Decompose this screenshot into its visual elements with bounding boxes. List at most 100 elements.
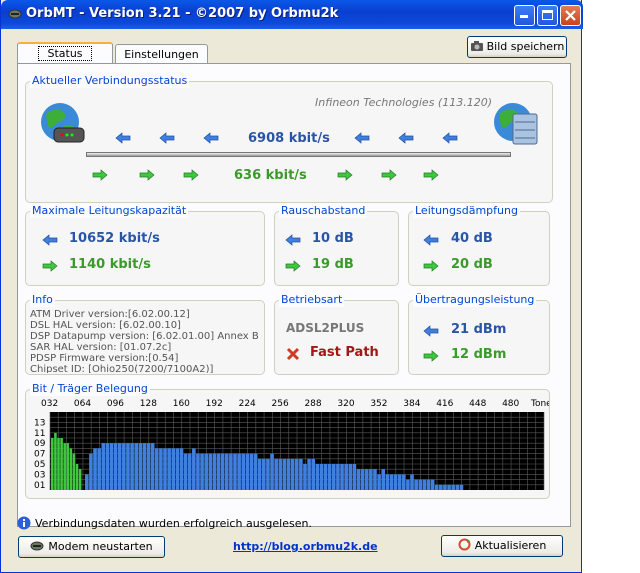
chart-x-tick: 096 [107, 399, 124, 409]
maximize-button[interactable] [537, 5, 558, 26]
up-arrow-icon [285, 260, 301, 272]
chart-bar [381, 469, 386, 490]
chart-bar [89, 453, 93, 490]
chart-x-tick: 416 [436, 399, 453, 409]
power-caption: Übertragungsleistung [413, 293, 537, 307]
chart-bar [57, 438, 60, 490]
chart-bar [224, 453, 229, 490]
chart-bar [257, 458, 262, 490]
refresh-button[interactable]: Aktualisieren [441, 535, 563, 557]
chart-bar [319, 464, 324, 490]
chart-bar [364, 469, 369, 490]
vendor-label: Infineon Technologies (113.120) [315, 96, 492, 109]
chart-bar [175, 448, 180, 490]
power-group: Übertragungsleistung 21 dBm 12 dBm [408, 293, 550, 375]
chart-y-tick: 09 [34, 439, 46, 449]
main-window: OrbMT - Version 3.21 - ©2007 by Orbmu2k … [0, 0, 583, 573]
attenuation-up: 20 dB [451, 257, 493, 272]
chart-bar [97, 448, 101, 490]
chart-bar [459, 484, 464, 490]
chart-bar [84, 474, 89, 490]
chart-bar [434, 484, 439, 490]
chart-bar [183, 453, 188, 490]
title-bar[interactable]: OrbMT - Version 3.21 - ©2007 by Orbmu2k [1, 0, 583, 29]
chart-bar [274, 458, 278, 490]
minimize-button[interactable] [514, 5, 535, 26]
chart-bar [130, 443, 134, 490]
chart-bar [290, 458, 295, 490]
chart-bar [447, 484, 451, 490]
info-line: ATM Driver version:[6.02.00.12] [30, 309, 190, 320]
chart-y-tick: 11 [34, 429, 45, 439]
chart-bar [294, 458, 299, 490]
mode-standard: ADSL2PLUS [286, 321, 365, 335]
globe-modem-icon [41, 103, 85, 143]
info-line: PDSP Firmware version:[0.54] [30, 353, 179, 364]
tab-einstellungen[interactable]: Einstellungen [115, 44, 208, 64]
chart-bar [150, 443, 155, 490]
bitloading-chart: 032 064 096 128 160 192 224 256 288 320 352 384 416 4… [34, 399, 549, 491]
chart-bar [336, 464, 340, 490]
connection-caption: Aktueller Verbindungsstatus [30, 74, 190, 88]
chart-bar [117, 443, 122, 490]
chart-bar [54, 432, 57, 490]
chart-bar [406, 479, 410, 490]
snr-up: 19 dB [312, 257, 354, 272]
chart-bar [327, 464, 332, 490]
chart-bar [159, 448, 163, 490]
chart-bar [410, 474, 414, 490]
up-arrow-icon [183, 169, 199, 181]
chart-bar [315, 464, 320, 490]
chart-bar [204, 453, 208, 490]
up-arrow-icon [42, 260, 58, 272]
connection-group: Aktueller Verbindungsstatus Infineon Tec… [25, 74, 553, 203]
chart-bar [75, 464, 79, 490]
snr-group: Rauschabstand 10 dB 19 dB [274, 204, 399, 286]
chart-bar [352, 464, 357, 490]
chart-bar [63, 443, 66, 490]
chart-bar [282, 458, 287, 490]
close-button[interactable] [560, 5, 581, 26]
chart-y-tick: 05 [34, 460, 45, 470]
chart-x-tick: Tone [530, 399, 549, 409]
chart-x-tick: 384 [403, 399, 420, 409]
status-message: Verbindungsdaten wurden erfolgreich ausg… [35, 517, 312, 530]
upstream-rate: 636 kbit/s [234, 168, 307, 183]
info-caption: Info [30, 293, 55, 307]
chart-bar [262, 458, 266, 490]
restart-modem-button[interactable]: Modem neustarten [18, 536, 165, 558]
chart-bar [179, 448, 184, 490]
chart-bar [154, 448, 159, 490]
chart-x-tick: 448 [469, 399, 486, 409]
camera-icon [470, 41, 483, 51]
chart-bar [122, 443, 126, 490]
chart-bar [385, 474, 390, 490]
chart-x-tick: 128 [140, 399, 157, 409]
bitloading-group: Bit / Träger Belegung 032 064 096 128 160 192… [25, 382, 550, 499]
info-text[interactable]: ATM Driver version:[6.02.00.12] DSL HAL … [26, 309, 264, 373]
chart-bar [397, 474, 402, 490]
tab-status[interactable]: Status [17, 42, 113, 64]
chart-x-tick: 256 [272, 399, 289, 409]
save-image-button[interactable]: Bild speichern [467, 36, 567, 58]
chart-bar [60, 438, 63, 490]
chart-bar [389, 474, 394, 490]
chart-bar [220, 453, 225, 490]
chart-x-tick: 320 [337, 399, 354, 409]
up-arrow-icon [381, 169, 397, 181]
chart-y-tick: 03 [34, 470, 45, 480]
window-title: OrbMT - Version 3.21 - ©2007 by Orbmu2k [26, 6, 339, 21]
chart-x-tick: 224 [239, 399, 256, 409]
chart-bar [233, 453, 237, 490]
chart-bar [331, 464, 336, 490]
chart-bar [303, 464, 307, 490]
blog-link[interactable]: http://blog.orbmu2k.de [233, 540, 378, 553]
tab-status-label: Status [38, 46, 92, 61]
chart-x-tick: 032 [41, 399, 58, 409]
chart-y-tick: 07 [34, 450, 45, 460]
chart-bar [212, 453, 217, 490]
chart-bar [422, 479, 427, 490]
info-line: Chipset ID: [Ohio250(7200/7100A2)] [30, 364, 214, 373]
chart-bar [171, 448, 176, 490]
restart-modem-label: Modem neustarten [48, 540, 153, 553]
